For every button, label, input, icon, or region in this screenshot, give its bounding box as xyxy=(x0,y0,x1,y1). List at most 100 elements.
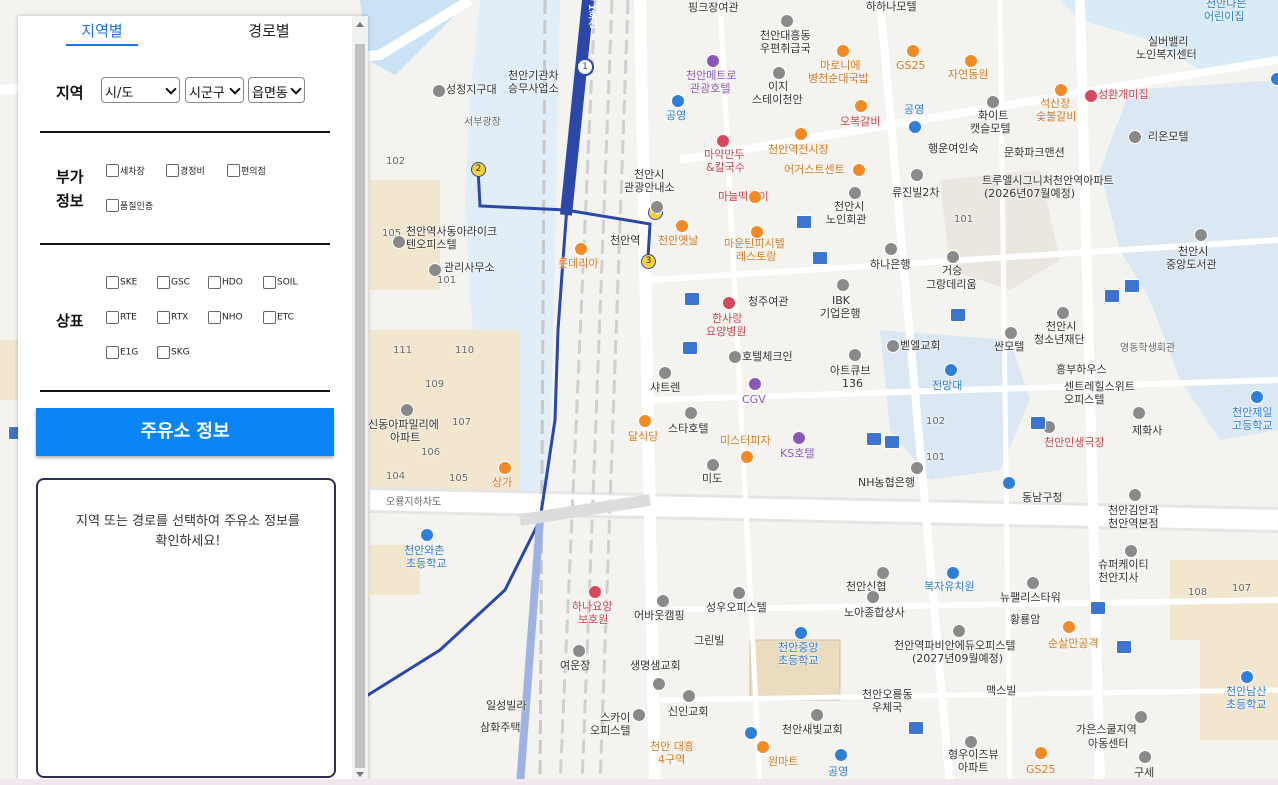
poi-icon[interactable] xyxy=(572,644,586,658)
parking-icon[interactable] xyxy=(1270,72,1278,86)
restaurant-icon[interactable] xyxy=(1084,89,1098,103)
poi-icon[interactable] xyxy=(684,406,698,420)
poi-icon[interactable] xyxy=(432,84,446,98)
option-maintenance-checkbox[interactable]: 경정비 xyxy=(166,164,205,177)
parking-icon[interactable] xyxy=(834,748,848,762)
checkbox-box[interactable] xyxy=(106,346,119,359)
restaurant-icon[interactable] xyxy=(854,99,868,113)
poi-icon[interactable] xyxy=(732,586,746,600)
bus-stop-icon[interactable] xyxy=(950,308,966,322)
bus-stop-icon[interactable] xyxy=(1090,601,1106,615)
checkbox-box[interactable] xyxy=(157,346,170,359)
hotel-icon[interactable] xyxy=(792,431,806,445)
poi-icon[interactable] xyxy=(780,14,794,28)
poi-icon[interactable] xyxy=(884,242,898,256)
bus-stop-icon[interactable] xyxy=(1124,279,1140,293)
option-convenience-checkbox[interactable]: 편의점 xyxy=(227,164,266,177)
poi-icon[interactable] xyxy=(866,590,880,604)
poi-icon[interactable] xyxy=(728,350,742,364)
poi-icon[interactable] xyxy=(656,594,670,608)
exit-marker[interactable]: 3 xyxy=(641,254,656,269)
bus-stop-icon[interactable] xyxy=(1116,640,1132,654)
poi-icon[interactable] xyxy=(652,677,666,691)
brand-ske-checkbox[interactable]: SKE xyxy=(106,276,137,289)
bus-stop-icon[interactable] xyxy=(884,435,900,449)
gas-station-icon[interactable] xyxy=(906,44,920,58)
option-carwash-checkbox[interactable]: 세차장 xyxy=(106,164,145,177)
cinema-icon[interactable] xyxy=(748,377,762,391)
bus-stop-icon[interactable] xyxy=(1104,289,1120,303)
poi-icon[interactable] xyxy=(400,403,414,417)
poi-icon[interactable] xyxy=(1004,326,1018,340)
poi-icon[interactable] xyxy=(848,186,862,200)
poi-icon[interactable] xyxy=(1124,544,1138,558)
poi-icon[interactable] xyxy=(1026,576,1040,590)
poi-icon[interactable] xyxy=(706,458,720,472)
poi-icon[interactable] xyxy=(632,708,646,722)
hotel-icon[interactable] xyxy=(706,54,720,68)
scrollbar-thumb[interactable] xyxy=(355,44,365,768)
restaurant-icon[interactable] xyxy=(750,225,764,239)
parking-icon[interactable] xyxy=(1002,476,1016,490)
poi-icon[interactable] xyxy=(964,735,978,749)
scroll-down-icon[interactable] xyxy=(356,772,364,777)
poi-icon[interactable] xyxy=(986,95,1000,109)
bus-stop-icon[interactable] xyxy=(812,251,828,265)
exit-marker[interactable]: 1 xyxy=(576,58,594,76)
poi-icon[interactable] xyxy=(392,235,406,249)
school-icon[interactable] xyxy=(1250,390,1264,404)
brand-rte-checkbox[interactable]: RTE xyxy=(106,311,137,324)
tab-region[interactable]: 지역별 xyxy=(66,20,138,46)
store-icon[interactable] xyxy=(498,461,512,475)
bus-stop-icon[interactable] xyxy=(684,292,700,306)
sido-select[interactable]: 시/도 xyxy=(101,77,180,103)
poi-icon[interactable] xyxy=(772,66,786,80)
restaurant-icon[interactable] xyxy=(1062,620,1076,634)
tab-route[interactable]: 경로별 xyxy=(238,20,300,41)
poi-icon[interactable] xyxy=(910,168,924,182)
restaurant-icon[interactable] xyxy=(740,450,754,464)
eupmyeondong-select[interactable]: 읍면동 xyxy=(248,77,305,103)
checkbox-box[interactable] xyxy=(263,276,276,289)
brand-rtx-checkbox[interactable]: RTX xyxy=(157,311,188,324)
poi-icon[interactable] xyxy=(650,200,664,214)
brand-soil-checkbox[interactable]: SOIL xyxy=(263,276,297,289)
checkbox-box[interactable] xyxy=(208,276,221,289)
restaurant-icon[interactable] xyxy=(638,414,652,428)
bus-stop-icon[interactable] xyxy=(908,721,924,735)
brand-nho-checkbox[interactable]: NHO xyxy=(208,311,243,324)
hospital-icon[interactable] xyxy=(722,296,736,310)
scroll-up-icon[interactable] xyxy=(356,22,364,27)
checkbox-box[interactable] xyxy=(227,164,240,177)
poi-icon[interactable] xyxy=(1128,488,1142,502)
restaurant-icon[interactable] xyxy=(1054,83,1068,97)
restaurant-icon[interactable] xyxy=(716,134,730,148)
restaurant-icon[interactable] xyxy=(574,242,588,256)
checkbox-box[interactable] xyxy=(166,164,179,177)
bus-stop-icon[interactable] xyxy=(796,215,812,229)
brand-e1g-checkbox[interactable]: E1G xyxy=(106,346,138,359)
poi-icon[interactable] xyxy=(658,366,672,380)
checkbox-box[interactable] xyxy=(106,276,119,289)
checkbox-box[interactable] xyxy=(106,311,119,324)
checkbox-box[interactable] xyxy=(157,311,170,324)
restaurant-icon[interactable] xyxy=(964,54,978,68)
option-quality-checkbox[interactable]: 품질인증 xyxy=(106,199,153,212)
bus-stop-icon[interactable] xyxy=(866,432,882,446)
store-icon[interactable] xyxy=(756,740,770,754)
poi-icon[interactable] xyxy=(952,624,966,638)
checkbox-box[interactable] xyxy=(208,311,221,324)
poi-icon[interactable] xyxy=(836,278,850,292)
poi-icon[interactable] xyxy=(946,250,960,264)
poi-icon[interactable] xyxy=(876,566,890,580)
poi-icon[interactable] xyxy=(1128,130,1142,144)
restaurant-icon[interactable] xyxy=(748,190,762,204)
bus-stop-icon[interactable] xyxy=(1030,416,1046,430)
poi-icon[interactable] xyxy=(810,708,824,722)
restaurant-icon[interactable] xyxy=(852,163,866,177)
checkbox-box[interactable] xyxy=(106,199,119,212)
brand-hdo-checkbox[interactable]: HDO xyxy=(208,276,243,289)
school-icon[interactable] xyxy=(1240,670,1254,684)
parking-icon[interactable] xyxy=(908,120,922,134)
restaurant-icon[interactable] xyxy=(794,127,808,141)
